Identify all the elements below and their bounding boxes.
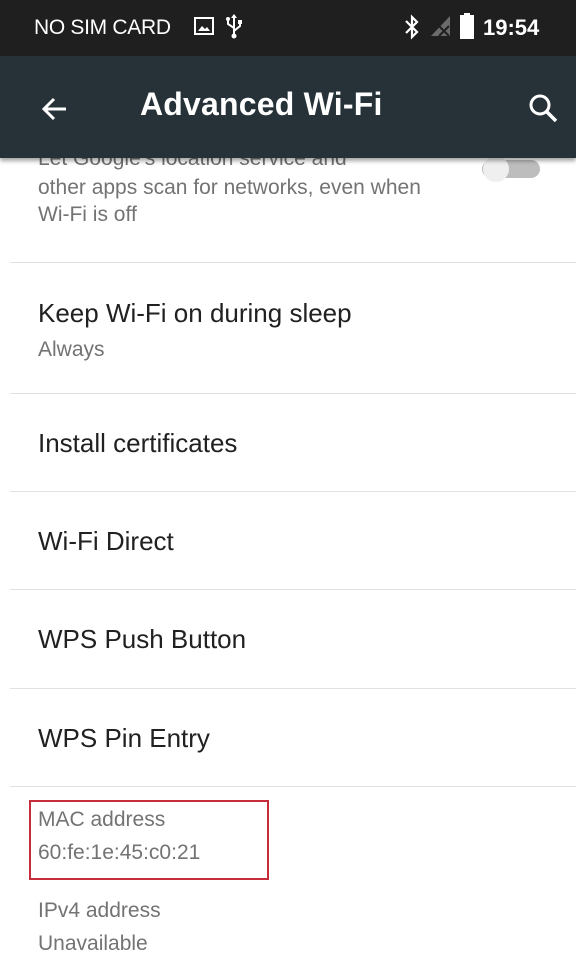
search-icon bbox=[529, 94, 558, 123]
wifi-direct-row[interactable]: Wi-Fi Direct bbox=[0, 492, 576, 589]
scanning-toggle[interactable] bbox=[478, 158, 544, 187]
install-certificates-title: Install certificates bbox=[38, 428, 238, 458]
ipv4-address-value: Unavailable bbox=[38, 932, 148, 955]
app-bar: Advanced Wi-Fi bbox=[0, 56, 576, 158]
mac-address-highlight bbox=[29, 800, 269, 880]
battery-icon bbox=[460, 13, 474, 45]
scanning-description: other apps scan for networks, even when … bbox=[38, 176, 421, 226]
keep-wifi-on-row[interactable]: Keep Wi-Fi on during sleep Always bbox=[0, 263, 576, 393]
scanning-setting-row[interactable]: Let Google's location service and other … bbox=[0, 158, 576, 262]
status-bar: NO SIM CARD 19:54 bbox=[0, 0, 576, 56]
status-clock: 19:54 bbox=[483, 15, 540, 40]
keep-wifi-on-title: Keep Wi-Fi on during sleep bbox=[38, 298, 352, 328]
wifi-direct-title: Wi-Fi Direct bbox=[38, 526, 174, 556]
back-button[interactable] bbox=[36, 89, 76, 129]
wps-pin-entry-title: WPS Pin Entry bbox=[38, 723, 210, 753]
back-arrow-icon bbox=[41, 97, 66, 121]
wps-push-button-title: WPS Push Button bbox=[38, 624, 247, 654]
scanning-description-cut-line: Let Google's location service and bbox=[38, 158, 347, 170]
wps-pin-entry-row[interactable]: WPS Pin Entry bbox=[0, 689, 576, 786]
bluetooth-icon bbox=[404, 14, 420, 46]
carrier-label: NO SIM CARD bbox=[34, 16, 171, 39]
wps-push-button-row[interactable]: WPS Push Button bbox=[0, 590, 576, 688]
page-title: Advanced Wi-Fi bbox=[140, 86, 383, 122]
search-button[interactable] bbox=[524, 89, 564, 129]
settings-list: Let Google's location service and other … bbox=[0, 158, 576, 956]
install-certificates-row[interactable]: Install certificates bbox=[0, 394, 576, 491]
usb-icon bbox=[224, 13, 244, 45]
keep-wifi-on-value: Always bbox=[38, 338, 105, 361]
ipv4-address-label: IPv4 address bbox=[38, 899, 161, 922]
ipv4-address-row: IPv4 address Unavailable bbox=[0, 887, 576, 956]
image-notification-icon bbox=[194, 17, 214, 41]
no-signal-icon bbox=[430, 15, 452, 43]
